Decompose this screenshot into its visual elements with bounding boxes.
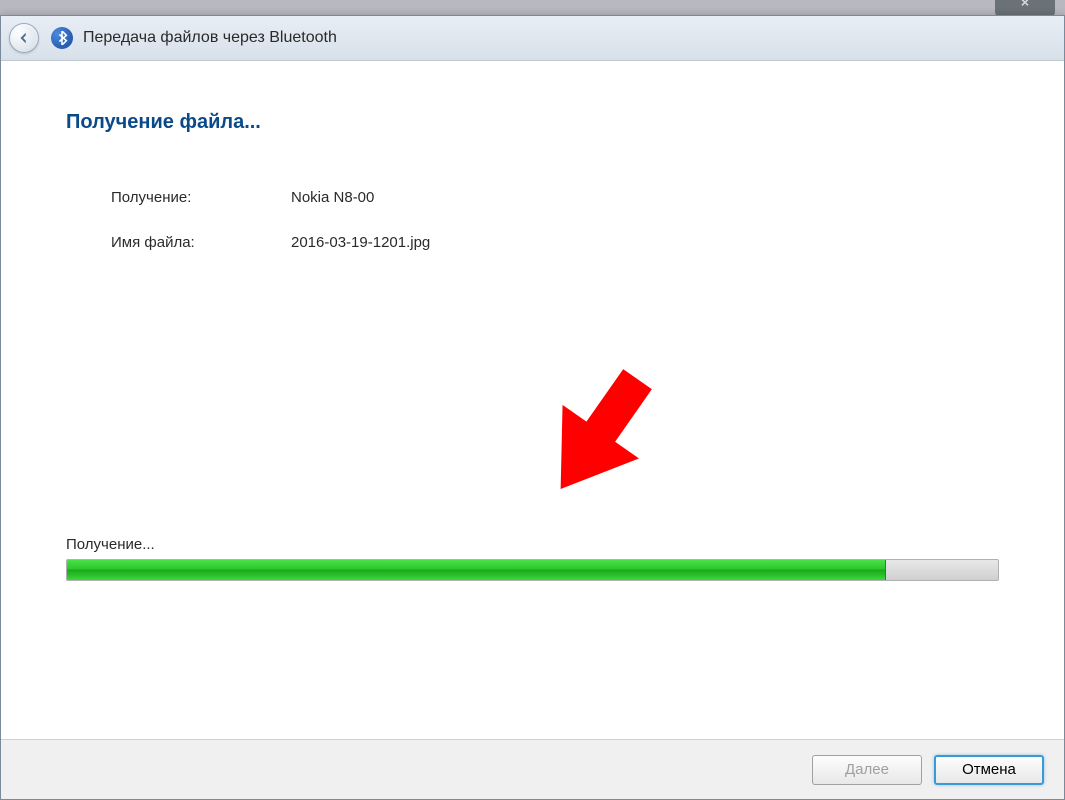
page-heading: Получение файла... [66, 111, 999, 134]
progress-fill [67, 560, 886, 580]
window-title: Передача файлов через Bluetooth [83, 29, 337, 47]
wizard-window: Передача файлов через Bluetooth Получени… [0, 15, 1065, 800]
content-area: Получение файла... Получение: Nokia N8-0… [1, 61, 1064, 739]
source-label: Получение: [111, 189, 291, 206]
info-row-filename: Имя файла: 2016-03-19-1201.jpg [111, 234, 999, 251]
next-button: Далее [812, 755, 922, 785]
progress-section: Получение... [66, 536, 999, 581]
progress-bar [66, 559, 999, 581]
cancel-button[interactable]: Отмена [934, 755, 1044, 785]
button-bar: Далее Отмена [1, 739, 1064, 799]
info-row-source: Получение: Nokia N8-00 [111, 189, 999, 206]
progress-label: Получение... [66, 536, 999, 553]
bluetooth-icon [51, 27, 73, 49]
source-value: Nokia N8-00 [291, 189, 999, 206]
filename-value: 2016-03-19-1201.jpg [291, 234, 999, 251]
titlebar: Передача файлов через Bluetooth [1, 16, 1064, 61]
annotation-arrow-icon [505, 345, 686, 533]
close-button-shadow[interactable]: × [995, 0, 1055, 16]
back-arrow-icon [17, 31, 31, 45]
filename-label: Имя файла: [111, 234, 291, 251]
back-button[interactable] [9, 23, 39, 53]
close-icon: × [1021, 0, 1029, 10]
